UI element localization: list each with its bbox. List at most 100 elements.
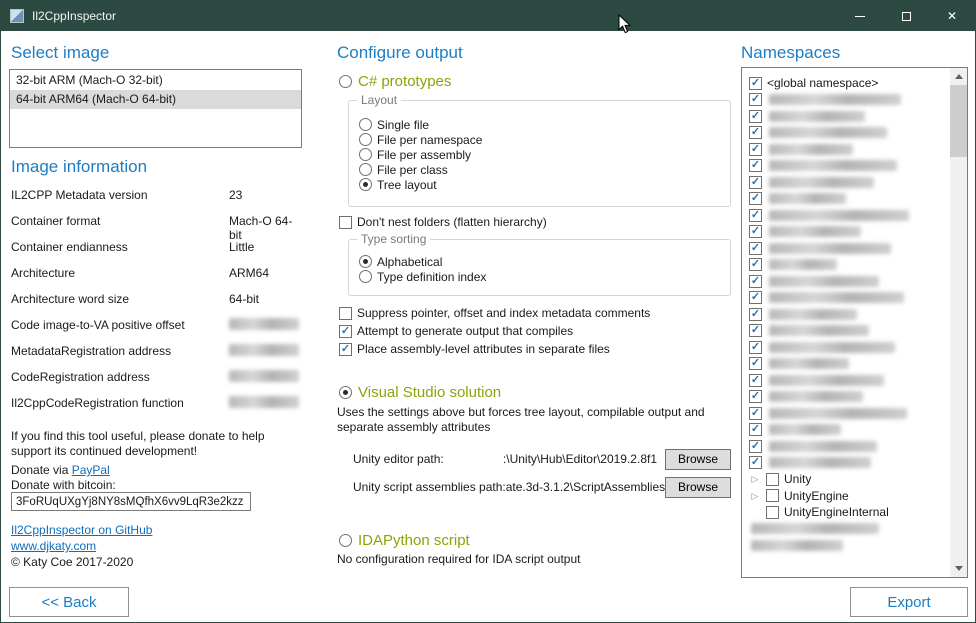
namespace-checkbox[interactable]	[749, 324, 762, 337]
idapython-radio[interactable]: IDAPython script	[339, 532, 470, 549]
image-list-item[interactable]: 32-bit ARM (Mach-O 32-bit)	[10, 71, 301, 90]
close-button[interactable]: ✕	[929, 1, 975, 31]
redacted-namespace	[751, 523, 879, 534]
namespace-item[interactable]	[749, 521, 947, 537]
browse-editor-path-button[interactable]: Browse	[665, 449, 731, 470]
namespace-checkbox[interactable]	[749, 110, 762, 123]
namespace-item[interactable]	[749, 108, 947, 124]
paypal-link[interactable]: PayPal	[72, 463, 110, 477]
namespace-checkbox[interactable]	[749, 93, 762, 106]
expander-icon[interactable]: ▷	[749, 473, 761, 485]
namespace-checkbox[interactable]	[749, 423, 762, 436]
namespace-item[interactable]	[749, 174, 947, 190]
redacted-value	[229, 344, 299, 356]
flatten-checkbox[interactable]: Don't nest folders (flatten hierarchy)	[339, 214, 547, 230]
namespace-item[interactable]	[749, 290, 947, 306]
redacted-value	[229, 318, 299, 330]
namespace-item[interactable]: ▷UnityEngine	[749, 488, 947, 504]
namespace-checkbox[interactable]	[749, 357, 762, 370]
namespace-item[interactable]	[749, 339, 947, 355]
scroll-down-icon[interactable]	[950, 560, 967, 577]
namespace-item[interactable]	[749, 191, 947, 207]
namespace-item[interactable]: ▷Unity	[749, 471, 947, 487]
namespace-item[interactable]	[749, 273, 947, 289]
namespace-checkbox[interactable]	[749, 77, 762, 90]
visual-studio-radio[interactable]: Visual Studio solution	[339, 384, 501, 401]
namespace-checkbox[interactable]	[749, 275, 762, 288]
namespace-item[interactable]	[749, 158, 947, 174]
namespace-checkbox[interactable]	[749, 143, 762, 156]
image-list-item[interactable]: 64-bit ARM64 (Mach-O 64-bit)	[10, 90, 301, 109]
type-sorting-option[interactable]: Type definition index	[359, 269, 730, 284]
namespace-checkbox[interactable]	[749, 291, 762, 304]
namespace-checkbox[interactable]	[749, 308, 762, 321]
type-sorting-option[interactable]: Alphabetical	[359, 254, 730, 269]
namespace-checkbox[interactable]	[749, 159, 762, 172]
title-bar[interactable]: Il2CppInspector ✕	[1, 1, 975, 31]
namespace-item[interactable]	[749, 125, 947, 141]
scrollbar-thumb[interactable]	[950, 85, 967, 157]
namespace-checkbox[interactable]	[766, 489, 779, 502]
image-listbox[interactable]: 32-bit ARM (Mach-O 32-bit)64-bit ARM64 (…	[9, 69, 302, 148]
website-link[interactable]: www.djkaty.com	[11, 539, 96, 553]
namespace-item[interactable]	[749, 537, 947, 553]
namespace-item[interactable]	[749, 92, 947, 108]
namespace-item[interactable]	[749, 306, 947, 322]
namespace-checkbox[interactable]	[749, 242, 762, 255]
namespace-checkbox[interactable]	[749, 209, 762, 222]
namespace-checkbox[interactable]	[749, 341, 762, 354]
namespace-checkbox[interactable]	[749, 258, 762, 271]
redacted-namespace	[769, 276, 879, 287]
namespace-checkbox[interactable]	[749, 390, 762, 403]
namespace-checkbox[interactable]	[749, 374, 762, 387]
namespace-checkbox[interactable]	[749, 456, 762, 469]
layout-option[interactable]: Single file	[359, 117, 730, 132]
namespace-list[interactable]: <global namespace> ▷Unity▷UnityEngineUnit…	[741, 67, 968, 578]
separate-attributes-checkbox[interactable]: Place assembly-level attributes in separ…	[339, 341, 610, 357]
export-button[interactable]: Export	[850, 587, 968, 617]
namespace-scrollbar[interactable]	[950, 68, 967, 577]
namespace-item[interactable]	[749, 356, 947, 372]
namespace-checkbox[interactable]	[749, 192, 762, 205]
namespace-item[interactable]	[749, 372, 947, 388]
window-controls: ✕	[837, 1, 975, 31]
namespace-item[interactable]	[749, 240, 947, 256]
compilable-output-checkbox[interactable]: Attempt to generate output that compiles	[339, 323, 573, 339]
layout-groupbox: Layout Single fileFile per namespaceFile…	[348, 100, 731, 207]
layout-option[interactable]: Tree layout	[359, 177, 730, 192]
github-link[interactable]: Il2CppInspector on GitHub	[11, 523, 152, 537]
scroll-up-icon[interactable]	[950, 68, 967, 85]
layout-option[interactable]: File per assembly	[359, 147, 730, 162]
namespace-item[interactable]	[749, 323, 947, 339]
namespace-item[interactable]	[749, 207, 947, 223]
namespace-item[interactable]: UnityEngineInternal	[749, 504, 947, 520]
info-row: MetadataRegistration address	[11, 344, 303, 370]
namespace-checkbox[interactable]	[749, 225, 762, 238]
namespace-checkbox[interactable]	[749, 176, 762, 189]
namespace-checkbox[interactable]	[749, 440, 762, 453]
csharp-prototypes-radio[interactable]: C# prototypes	[339, 73, 451, 90]
browse-assemblies-path-button[interactable]: Browse	[665, 477, 731, 498]
namespace-item[interactable]	[749, 389, 947, 405]
bitcoin-address-input[interactable]	[11, 492, 251, 511]
layout-option[interactable]: File per class	[359, 162, 730, 177]
namespace-item[interactable]	[749, 455, 947, 471]
namespace-item[interactable]	[749, 224, 947, 240]
namespace-item[interactable]	[749, 141, 947, 157]
minimize-button[interactable]	[837, 1, 883, 31]
namespace-item[interactable]	[749, 405, 947, 421]
namespace-item[interactable]	[749, 438, 947, 454]
namespace-item[interactable]	[749, 422, 947, 438]
maximize-icon	[902, 12, 911, 21]
back-button[interactable]: << Back	[9, 587, 129, 617]
namespace-checkbox[interactable]	[749, 407, 762, 420]
expander-icon[interactable]: ▷	[749, 490, 761, 502]
namespace-item[interactable]	[749, 257, 947, 273]
namespace-checkbox[interactable]	[766, 473, 779, 486]
namespace-checkbox[interactable]	[749, 126, 762, 139]
namespace-item[interactable]: <global namespace>	[749, 75, 947, 91]
maximize-button[interactable]	[883, 1, 929, 31]
namespace-checkbox[interactable]	[766, 506, 779, 519]
layout-option[interactable]: File per namespace	[359, 132, 730, 147]
suppress-metadata-checkbox[interactable]: Suppress pointer, offset and index metad…	[339, 305, 650, 321]
